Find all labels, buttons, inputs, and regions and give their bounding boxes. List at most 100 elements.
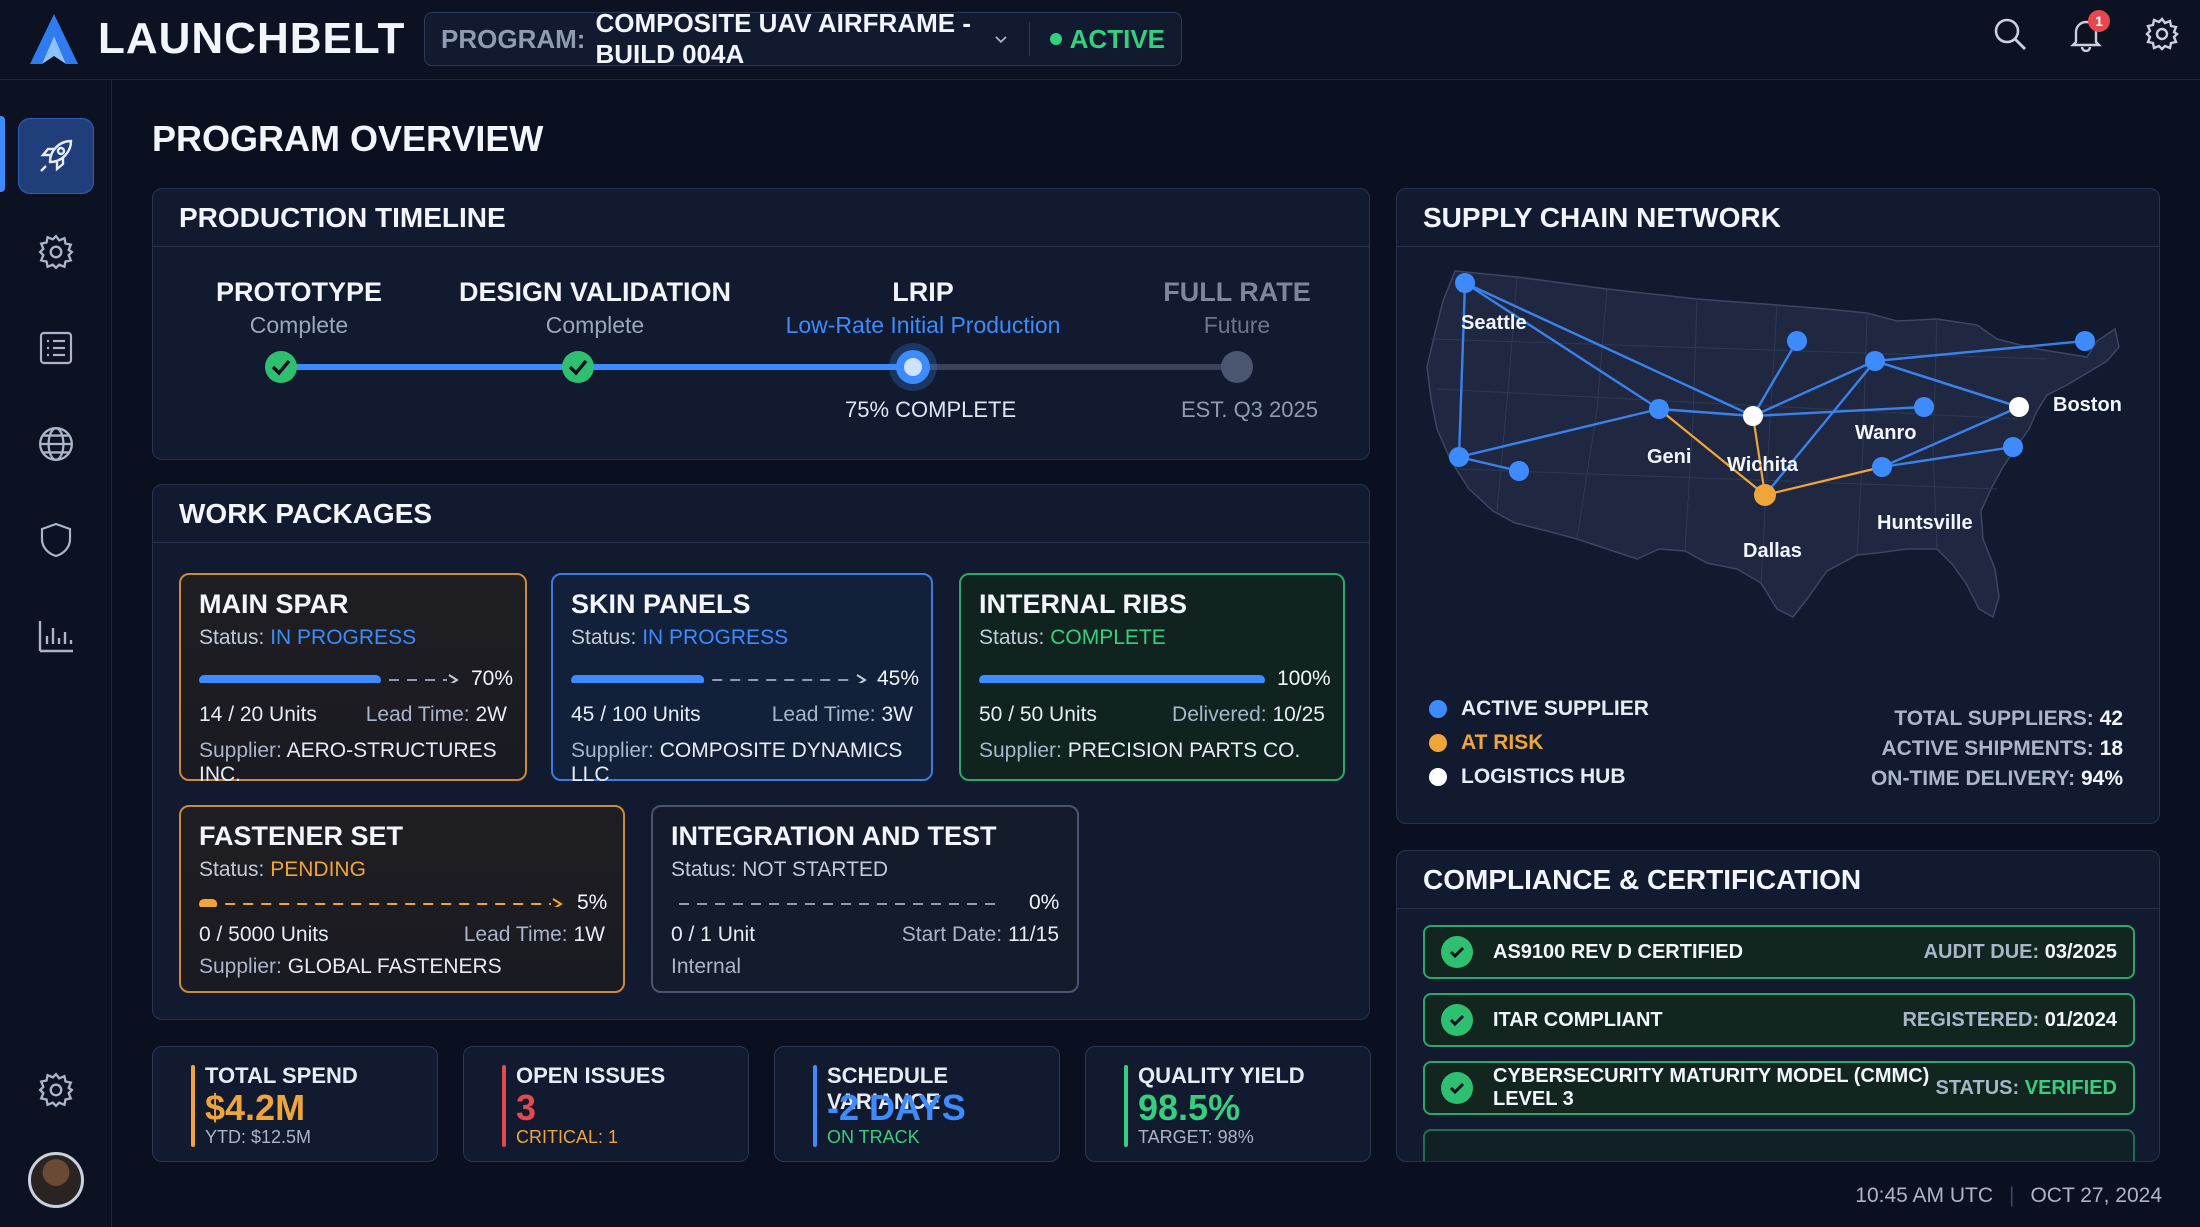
stage-name: PROTOTYPE [215, 277, 383, 307]
sidebar-item-launch[interactable] [18, 118, 94, 194]
supply-stat-total: TOTAL SUPPLIERS: 42 [1894, 707, 2123, 730]
compliance-item-partial[interactable] [1423, 1129, 2135, 1161]
launchbelt-logo-icon [30, 14, 78, 64]
work-packages-panel: WORK PACKAGES MAIN SPAR Status: IN PROGR… [152, 484, 1370, 1020]
program-selector[interactable]: PROGRAM: COMPOSITE UAV AIRFRAME - BUILD … [424, 8, 1182, 69]
gear-icon [38, 234, 74, 270]
timeline-stage-prototype: PROTOTYPE Complete [159, 277, 439, 339]
wp-progress-pct: 70% [471, 667, 514, 690]
compliance-item-as9100[interactable]: AS9100 REV D CERTIFIED AUDIT DUE: 03/202… [1423, 925, 2135, 979]
legend-logistics-hub: LOGISTICS HUB [1429, 765, 1626, 789]
city-geni: Geni [1647, 446, 1691, 468]
wp-title: MAIN SPAR [199, 589, 349, 619]
city-huntsville: Huntsville [1877, 512, 1973, 534]
settings-button[interactable] [2144, 16, 2180, 52]
user-avatar[interactable] [28, 1152, 84, 1208]
wp-progress-fill [199, 899, 218, 907]
sidebar-item-analytics[interactable] [18, 598, 94, 674]
page-title: PROGRAM OVERVIEW [152, 118, 544, 159]
stage-sub: Future [1203, 312, 1271, 338]
compliance-title: COMPLIANCE & CERTIFICATION [1397, 851, 2159, 909]
compliance-item-cmmc[interactable]: CYBERSECURITY MATURITY MODEL (CMMC) LEVE… [1423, 1061, 2135, 1115]
supply-chain-map[interactable]: Seattle Boston Wanro Geni Wichita Huntsv… [1397, 249, 2159, 699]
wp-status: Status: IN PROGRESS [199, 626, 417, 649]
compliance-meta: STATUS: VERIFIED [1935, 1076, 2117, 1099]
kpi-accent-bar [813, 1065, 817, 1147]
footer-date: OCT 27, 2024 [2030, 1184, 2162, 1207]
legend-dot-icon [1429, 734, 1447, 752]
timeline-stage-design-validation: DESIGN VALIDATION Complete [455, 277, 735, 339]
wp-supplier: Supplier: PRECISION PARTS CO. [979, 739, 1301, 762]
work-package-internal-ribs[interactable]: INTERNAL RIBS Status: COMPLETE 100% 50 /… [959, 573, 1345, 781]
legend-dot-icon [1429, 768, 1447, 786]
kpi-schedule-variance[interactable]: SCHEDULE VARIANCE -2 DAYS ON TRACK [774, 1046, 1060, 1162]
wp-units: 45 / 100 Units [571, 703, 701, 726]
wp-details: 50 / 50 Units Delivered: 10/25 [979, 703, 1325, 726]
sidebar-item-compliance[interactable] [18, 502, 94, 578]
wp-details: 0 / 5000 Units Lead Time: 1W [199, 923, 606, 946]
wp-progress-pct: 0% [1029, 891, 1060, 914]
legend-dot-icon [1429, 700, 1447, 718]
wp-status: Status: IN PROGRESS [571, 626, 789, 649]
wp-progress-arrow [856, 674, 867, 683]
check-icon [1441, 1072, 1473, 1104]
rocket-icon [40, 139, 73, 172]
compliance-meta: AUDIT DUE: 03/2025 [1923, 940, 2117, 963]
stage-marker-prototype [265, 351, 297, 383]
supply-stat-shipments: ACTIVE SHIPMENTS: 18 [1881, 737, 2123, 760]
check-icon [1441, 1004, 1473, 1036]
wp-title: INTERNAL RIBS [979, 589, 1188, 619]
kpi-label: OPEN ISSUES [516, 1063, 666, 1088]
app-logo[interactable]: LAUNCHBELT [28, 12, 405, 66]
pill-divider [1028, 22, 1030, 56]
search-button[interactable] [1992, 16, 2028, 52]
kpi-quality-yield[interactable]: QUALITY YIELD 98.5% TARGET: 98% [1085, 1046, 1371, 1162]
wp-meta-value: 3W [881, 703, 914, 726]
timeline-track [265, 343, 1253, 391]
wp-supplier-name: GLOBAL FASTENERS [287, 955, 502, 978]
wp-details: 14 / 20 Units Lead Time: 2W [199, 703, 507, 726]
kpi-open-issues[interactable]: OPEN ISSUES 3 CRITICAL: 1 [463, 1046, 749, 1162]
wp-progress-fill [199, 675, 381, 683]
wp-status: Status: COMPLETE [979, 626, 1166, 649]
list-icon [39, 331, 73, 365]
wp-meta-value: 1W [573, 923, 606, 946]
sidebar [0, 80, 112, 1227]
sidebar-item-tasks[interactable] [18, 310, 94, 386]
stage-name: FULL RATE [1163, 277, 1311, 307]
sidebar-item-operations[interactable] [18, 214, 94, 290]
wp-progress-fill [979, 675, 1265, 683]
gear-icon [2145, 17, 2179, 51]
wp-supplier: Supplier: AERO-STRUCTURES INC. [199, 739, 497, 786]
footer-divider: | [2009, 1184, 2015, 1207]
kpi-label: QUALITY YIELD [1138, 1063, 1305, 1088]
work-package-fastener-set[interactable]: FASTENER SET Status: PENDING 5% 0 / 5000… [179, 805, 625, 993]
kpi-sub: CRITICAL: 1 [516, 1127, 619, 1147]
wp-units: 0 / 5000 Units [199, 923, 329, 946]
sidebar-active-indicator [0, 116, 5, 192]
wp-progress-pct: 45% [877, 667, 920, 690]
wp-supplier-name: Internal [671, 955, 742, 978]
timeline-stage-full-rate: FULL RATE Future [1097, 277, 1377, 339]
sidebar-item-settings[interactable] [18, 1052, 94, 1128]
wp-details: 0 / 1 Unit Start Date: 11/15 [671, 923, 1059, 946]
stage-marker-full-rate [1221, 351, 1253, 383]
work-package-integration-and-test[interactable]: INTEGRATION AND TEST Status: NOT STARTED… [651, 805, 1079, 993]
work-package-main-spar[interactable]: MAIN SPAR Status: IN PROGRESS 70% 14 / 2… [179, 573, 527, 786]
kpi-label: TOTAL SPEND [205, 1063, 358, 1088]
sidebar-item-network[interactable] [18, 406, 94, 482]
kpi-value: 98.5% [1138, 1087, 1241, 1128]
settings-icon [38, 1072, 74, 1108]
kpi-total-spend[interactable]: TOTAL SPEND $4.2M YTD: $12.5M [152, 1046, 438, 1162]
work-package-skin-panels[interactable]: SKIN PANELS Status: IN PROGRESS 45% 45 /… [551, 573, 933, 786]
city-wichita: Wichita [1727, 454, 1799, 476]
compliance-item-itar[interactable]: ITAR COMPLIANT REGISTERED: 01/2024 [1423, 993, 2135, 1047]
notifications-button[interactable]: 1 [2068, 10, 2110, 53]
wp-status-value: IN PROGRESS [642, 626, 789, 649]
production-timeline-title: PRODUCTION TIMELINE [153, 189, 1369, 247]
stage-marker-design-validation [562, 351, 594, 383]
stage-name: LRIP [892, 277, 954, 307]
wp-supplier-name: PRECISION PARTS CO. [1067, 739, 1301, 762]
wp-status: Status: PENDING [199, 858, 366, 881]
wp-units: 14 / 20 Units [199, 703, 317, 726]
